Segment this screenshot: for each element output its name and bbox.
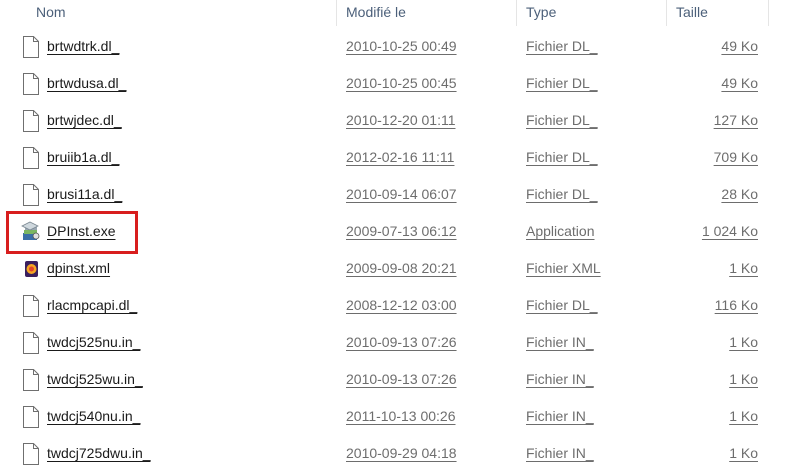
file-modified-date: 2010-10-25 00:49: [346, 38, 457, 54]
file-size: 1 Ko: [729, 334, 758, 350]
column-header-row: Nom Modifié le Type Taille: [0, 0, 789, 28]
file-type: Fichier XML: [526, 260, 601, 276]
file-size: 49 Ko: [721, 38, 758, 54]
file-modified-date: 2009-07-13 06:12: [346, 223, 457, 239]
column-header-size[interactable]: Taille: [668, 0, 768, 28]
file-icon: [23, 184, 39, 206]
file-icon: [23, 443, 39, 465]
file-type: Fichier IN_: [526, 334, 594, 350]
column-divider[interactable]: [336, 0, 337, 26]
file-name[interactable]: twdcj725dwu.in_: [47, 435, 151, 468]
file-size: 1 024 Ko: [701, 223, 758, 239]
highlight-box: [6, 211, 138, 254]
file-type: Fichier DL_: [526, 112, 598, 128]
file-type: Fichier DL_: [526, 38, 598, 54]
file-size: 127 Ko: [713, 112, 758, 128]
file-name[interactable]: dpinst.xml: [47, 250, 110, 287]
file-type: Fichier IN_: [526, 445, 594, 461]
file-row[interactable]: brtwdusa.dl_ 2010-10-25 00:45 Fichier DL_ 4…: [0, 65, 789, 102]
file-row[interactable]: rlacmpcapi.dl_ 2008-12-12 03:00 Fichier DL…: [0, 287, 789, 324]
file-row[interactable]: twdcj525wu.in_ 2010-09-13 07:26 Fichier IN…: [0, 361, 789, 398]
file-type: Application: [526, 223, 595, 239]
file-icon: [23, 406, 39, 428]
file-size: 28 Ko: [721, 186, 758, 202]
file-icon: [23, 73, 39, 95]
file-modified-date: 2012-02-16 11:11: [346, 149, 455, 165]
file-size: 116 Ko: [714, 297, 758, 313]
file-name[interactable]: twdcj525nu.in_: [47, 324, 140, 361]
file-icon: [23, 369, 39, 391]
file-modified-date: 2010-12-20 01:11: [346, 112, 456, 128]
file-type: Fichier DL_: [526, 297, 598, 313]
file-name[interactable]: bruiib1a.dl_: [47, 139, 119, 176]
file-size: 1 Ko: [729, 371, 758, 387]
file-modified-date: 2010-09-13 07:26: [346, 371, 457, 387]
file-name[interactable]: rlacmpcapi.dl_: [47, 287, 137, 324]
file-size: 49 Ko: [721, 75, 758, 91]
xml-file-icon: [25, 261, 38, 277]
file-row[interactable]: dpinst.xml 2009-09-08 20:21 Fichier XML 1 K…: [0, 250, 789, 287]
file-icon: [23, 110, 39, 132]
file-row[interactable]: twdcj725dwu.in_ 2010-09-29 04:18 Fichier I…: [0, 435, 789, 468]
file-type: Fichier DL_: [526, 149, 598, 165]
file-modified-date: 2010-09-29 04:18: [346, 445, 457, 461]
file-modified-date: 2009-09-08 20:21: [346, 260, 457, 276]
file-row[interactable]: brusi11a.dl_ 2010-09-14 06:07 Fichier DL_ 2…: [0, 176, 789, 213]
file-type: Fichier DL_: [526, 186, 598, 202]
file-icon: [23, 332, 39, 354]
file-icon: [23, 147, 39, 169]
file-row[interactable]: twdcj540nu.in_ 2011-10-13 00:26 Fichier IN…: [0, 398, 789, 435]
file-modified-date: 2010-10-25 00:45: [346, 75, 457, 91]
file-name[interactable]: brtwdusa.dl_: [47, 65, 126, 102]
file-size: 709 Ko: [713, 149, 758, 165]
file-name[interactable]: brtwjdec.dl_: [47, 102, 122, 139]
file-row[interactable]: brtwjdec.dl_ 2010-12-20 01:11 Fichier DL_ 1…: [0, 102, 789, 139]
file-type: Fichier IN_: [526, 371, 594, 387]
file-type: Fichier IN_: [526, 408, 594, 424]
file-row[interactable]: brtwdtrk.dl_ 2010-10-25 00:49 Fichier DL_ 4…: [0, 28, 789, 65]
column-header-modified[interactable]: Modifié le: [338, 0, 516, 28]
file-icon: [23, 295, 39, 317]
column-divider[interactable]: [666, 0, 667, 26]
file-row[interactable]: twdcj525nu.in_ 2010-09-13 07:26 Fichier IN…: [0, 324, 789, 361]
file-size: 1 Ko: [729, 408, 758, 424]
column-divider[interactable]: [516, 0, 517, 26]
file-row[interactable]: bruiib1a.dl_ 2012-02-16 11:11 Fichier DL_ 7…: [0, 139, 789, 176]
file-modified-date: 2008-12-12 03:00: [346, 297, 457, 313]
file-type: Fichier DL_: [526, 75, 598, 91]
file-modified-date: 2010-09-14 06:07: [346, 186, 457, 202]
column-divider[interactable]: [768, 0, 769, 26]
file-name[interactable]: twdcj540nu.in_: [47, 398, 140, 435]
file-modified-date: 2010-09-13 07:26: [346, 334, 457, 350]
file-size: 1 Ko: [729, 445, 758, 461]
file-name[interactable]: twdcj525wu.in_: [47, 361, 143, 398]
file-icon: [23, 36, 39, 58]
file-explorer: Nom Modifié le Type Taille brtwdtrk.dl_ 2…: [0, 0, 789, 468]
file-name[interactable]: brusi11a.dl_: [47, 176, 122, 213]
column-header-type[interactable]: Type: [518, 0, 666, 28]
file-name[interactable]: brtwdtrk.dl_: [47, 28, 119, 65]
column-header-name[interactable]: Nom: [28, 0, 336, 28]
file-modified-date: 2011-10-13 00:26: [346, 408, 456, 424]
file-size: 1 Ko: [729, 260, 758, 276]
